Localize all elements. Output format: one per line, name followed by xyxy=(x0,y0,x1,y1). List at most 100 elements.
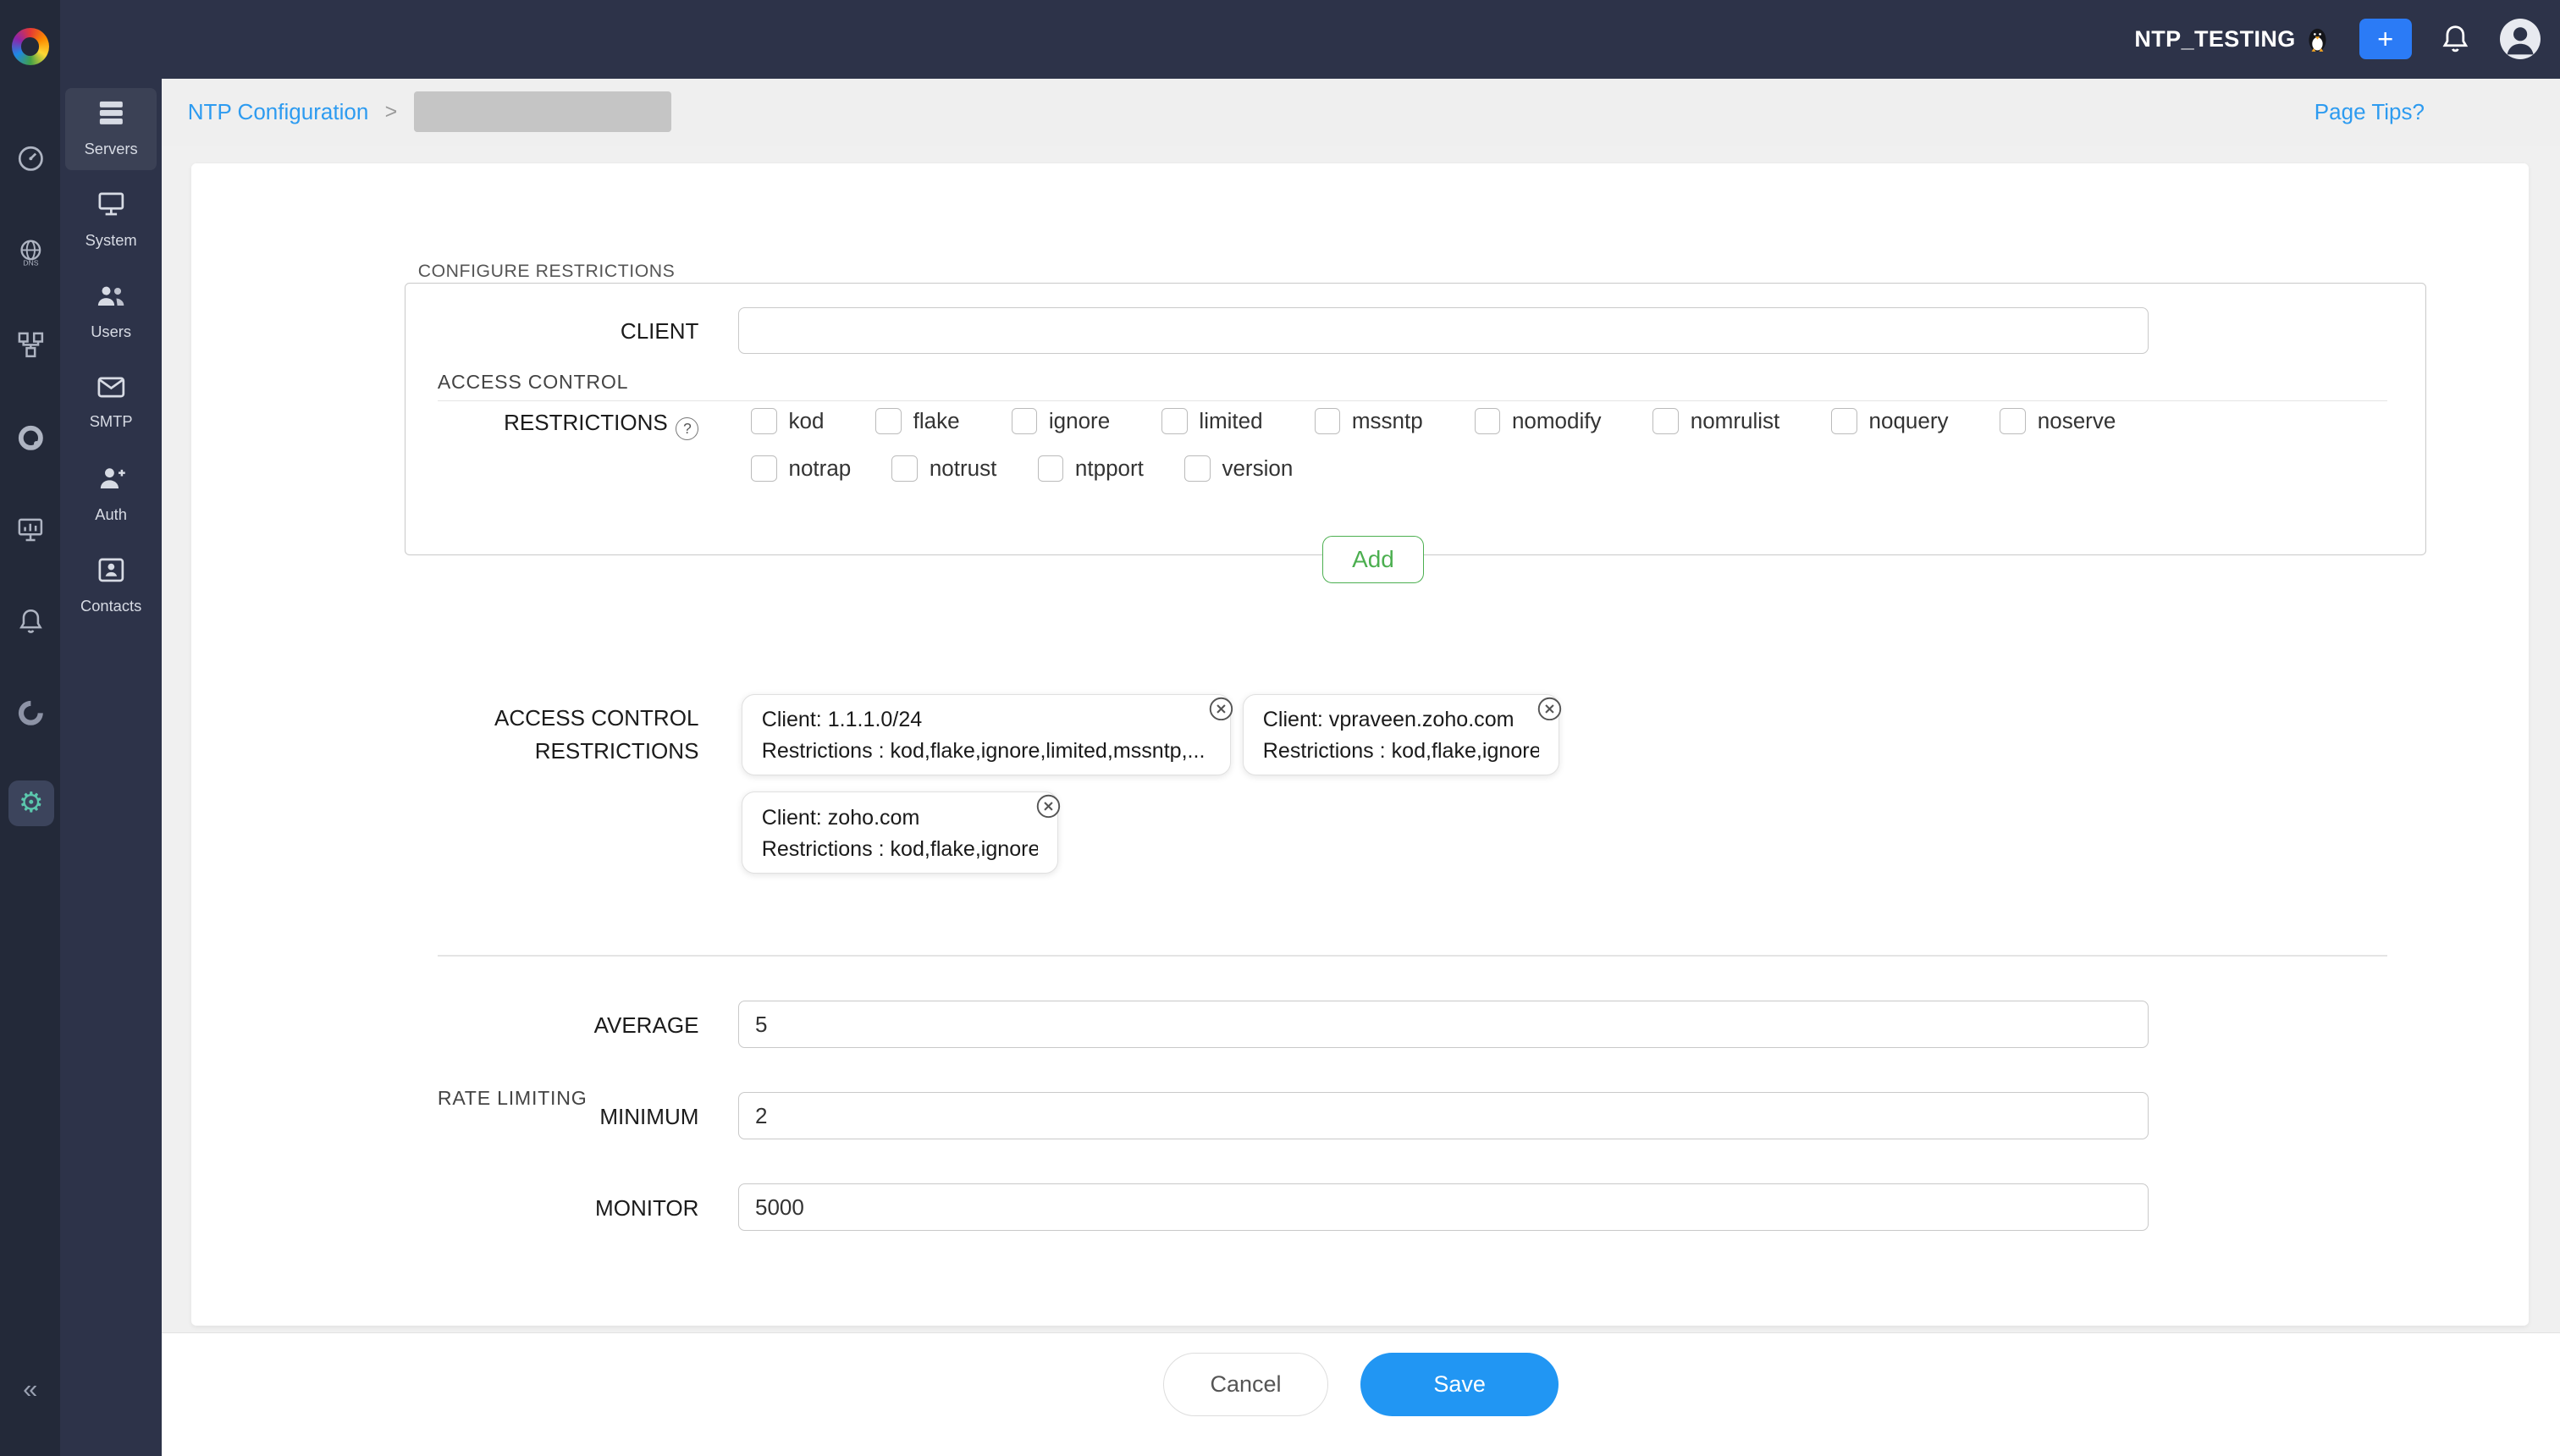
restriction-option-ntpport[interactable]: ntpport xyxy=(1038,455,1144,482)
minimum-label: MINIMUM xyxy=(339,1104,698,1130)
restriction-option-mssntp[interactable]: mssntp xyxy=(1315,408,1423,434)
sidebar-item-smtp[interactable]: SMTP xyxy=(65,362,157,444)
checkbox-icon[interactable] xyxy=(1012,408,1038,434)
restriction-option-notrap[interactable]: notrap xyxy=(751,455,851,482)
checkbox-icon[interactable] xyxy=(751,408,777,434)
donut-icon[interactable] xyxy=(8,415,54,461)
checkbox-icon[interactable] xyxy=(751,455,777,482)
add-restriction-button[interactable]: Add xyxy=(1322,536,1424,583)
devices-icon[interactable] xyxy=(8,508,54,554)
entry-restrictions: Restrictions : kod,flake,ignore,limited,… xyxy=(762,736,1211,767)
average-label: AVERAGE xyxy=(339,1012,698,1039)
restrictions-row-2: notrap notrust ntpport version xyxy=(751,455,1293,482)
help-icon[interactable]: ? xyxy=(676,417,698,440)
section-divider xyxy=(438,955,2387,957)
sidebar-item-label: Servers xyxy=(85,140,138,158)
sidebar-item-label: SMTP xyxy=(90,412,133,431)
notifications-bell-icon[interactable] xyxy=(2441,23,2470,56)
svg-text:DNS: DNS xyxy=(23,258,39,266)
client-label: CLIENT xyxy=(339,318,698,345)
average-input[interactable] xyxy=(738,1001,2149,1048)
restriction-option-noserve[interactable]: noserve xyxy=(2000,408,2116,434)
minimum-input[interactable] xyxy=(738,1092,2149,1139)
checkbox-icon[interactable] xyxy=(891,455,918,482)
checkbox-icon[interactable] xyxy=(1161,408,1188,434)
sidebar-item-system[interactable]: System xyxy=(65,179,157,261)
smtp-icon xyxy=(97,375,126,405)
remove-entry-icon[interactable] xyxy=(1537,697,1562,721)
app-root: NTP_TESTING + DNS xyxy=(0,0,2560,1456)
user-avatar[interactable] xyxy=(2500,19,2541,59)
sidebar-item-label: Contacts xyxy=(80,597,141,615)
topology-icon[interactable] xyxy=(8,322,54,367)
restriction-option-noquery[interactable]: noquery xyxy=(1831,408,1948,434)
dns-icon[interactable]: DNS xyxy=(8,229,54,274)
quick-add-button[interactable]: + xyxy=(2359,19,2412,59)
gear-glyph: ⚙ xyxy=(19,789,43,817)
entry-restrictions: Restrictions : kod,flake,ignore xyxy=(762,834,1038,865)
checkbox-icon[interactable] xyxy=(1652,408,1679,434)
client-input[interactable] xyxy=(738,307,2149,355)
sidebar-item-auth[interactable]: Auth xyxy=(65,454,157,535)
settings-gear-icon[interactable]: ⚙ xyxy=(8,780,54,826)
sidebar-item-label: Users xyxy=(91,323,131,341)
restriction-option-kod[interactable]: kod xyxy=(751,408,824,434)
apps-icon[interactable] xyxy=(8,691,54,736)
sidebar-item-label: Auth xyxy=(95,505,127,524)
checkbox-icon[interactable] xyxy=(1831,408,1857,434)
remove-entry-icon[interactable] xyxy=(1209,697,1233,721)
collapse-sidebar-icon[interactable]: « xyxy=(0,1374,60,1404)
sidebar-item-contacts[interactable]: Contacts xyxy=(65,545,157,626)
penguin-icon xyxy=(2305,25,2330,53)
sidebar-item-label: System xyxy=(86,231,137,250)
alerts-bell-icon[interactable] xyxy=(8,599,54,645)
restriction-option-nomodify[interactable]: nomodify xyxy=(1475,408,1602,434)
gauge-icon[interactable] xyxy=(8,135,54,181)
page-tips-link[interactable]: Page Tips? xyxy=(2314,99,2425,125)
checkbox-icon[interactable] xyxy=(875,408,902,434)
restriction-option-nomrulist[interactable]: nomrulist xyxy=(1652,408,1779,434)
sidebar-item-servers[interactable]: Servers xyxy=(65,88,157,169)
breadcrumb-link-ntp-configuration[interactable]: NTP Configuration xyxy=(188,99,369,125)
access-control-restrictions-label: ACCESS CONTROL RESTRICTIONS xyxy=(339,702,698,767)
ntp-configuration-panel: ACCESS CONTROL CONFIGURE RESTRICTIONS CL… xyxy=(191,163,2530,1326)
users-icon xyxy=(95,283,128,316)
restriction-option-flake[interactable]: flake xyxy=(875,408,959,434)
configure-restrictions-label: CONFIGURE RESTRICTIONS xyxy=(411,262,681,282)
restriction-option-ignore[interactable]: ignore xyxy=(1012,408,1111,434)
org-name[interactable]: NTP_TESTING xyxy=(2134,25,2330,53)
save-button[interactable]: Save xyxy=(1360,1353,1558,1416)
checkbox-icon[interactable] xyxy=(2000,408,2026,434)
monitor-input[interactable] xyxy=(738,1183,2149,1231)
brand-logo[interactable] xyxy=(12,28,49,65)
system-icon xyxy=(97,191,126,224)
remove-entry-icon[interactable] xyxy=(1036,794,1061,819)
checkbox-icon[interactable] xyxy=(1184,455,1211,482)
checkbox-icon[interactable] xyxy=(1475,408,1501,434)
restrictions-row-1: kod flake ignore limited mssntp nomodify… xyxy=(751,408,2116,434)
entry-client: Client: 1.1.1.0/24 xyxy=(762,704,1211,736)
restriction-option-limited[interactable]: limited xyxy=(1161,408,1263,434)
restriction-entry-card: Client: vpraveen.zoho.com Restrictions :… xyxy=(1243,694,1559,775)
checkbox-icon[interactable] xyxy=(1315,408,1341,434)
org-name-label: NTP_TESTING xyxy=(2134,26,2295,52)
breadcrumb-redacted-segment xyxy=(414,91,672,132)
breadcrumb-separator: > xyxy=(385,100,398,124)
servers-icon xyxy=(97,100,126,133)
restrictions-label: RESTRICTIONS? xyxy=(339,410,698,440)
sidebar-item-users[interactable]: Users xyxy=(65,271,157,352)
restriction-option-version[interactable]: version xyxy=(1184,455,1293,482)
checkbox-icon[interactable] xyxy=(1038,455,1064,482)
contacts-icon xyxy=(97,557,126,590)
entry-restrictions: Restrictions : kod,flake,ignore xyxy=(1263,736,1539,767)
entry-client: Client: vpraveen.zoho.com xyxy=(1263,704,1539,736)
monitor-label: MONITOR xyxy=(339,1195,698,1222)
icon-rail: DNS ⚙ « xyxy=(0,0,60,1456)
plus-icon: + xyxy=(2377,20,2393,58)
cancel-button[interactable]: Cancel xyxy=(1163,1353,1328,1416)
auth-icon xyxy=(97,466,126,499)
restriction-option-notrust[interactable]: notrust xyxy=(891,455,996,482)
restriction-entry-card: Client: 1.1.1.0/24 Restrictions : kod,fl… xyxy=(742,694,1232,775)
form-footer: Cancel Save xyxy=(162,1332,2560,1456)
restriction-entry-card: Client: zoho.com Restrictions : kod,flak… xyxy=(742,791,1058,873)
